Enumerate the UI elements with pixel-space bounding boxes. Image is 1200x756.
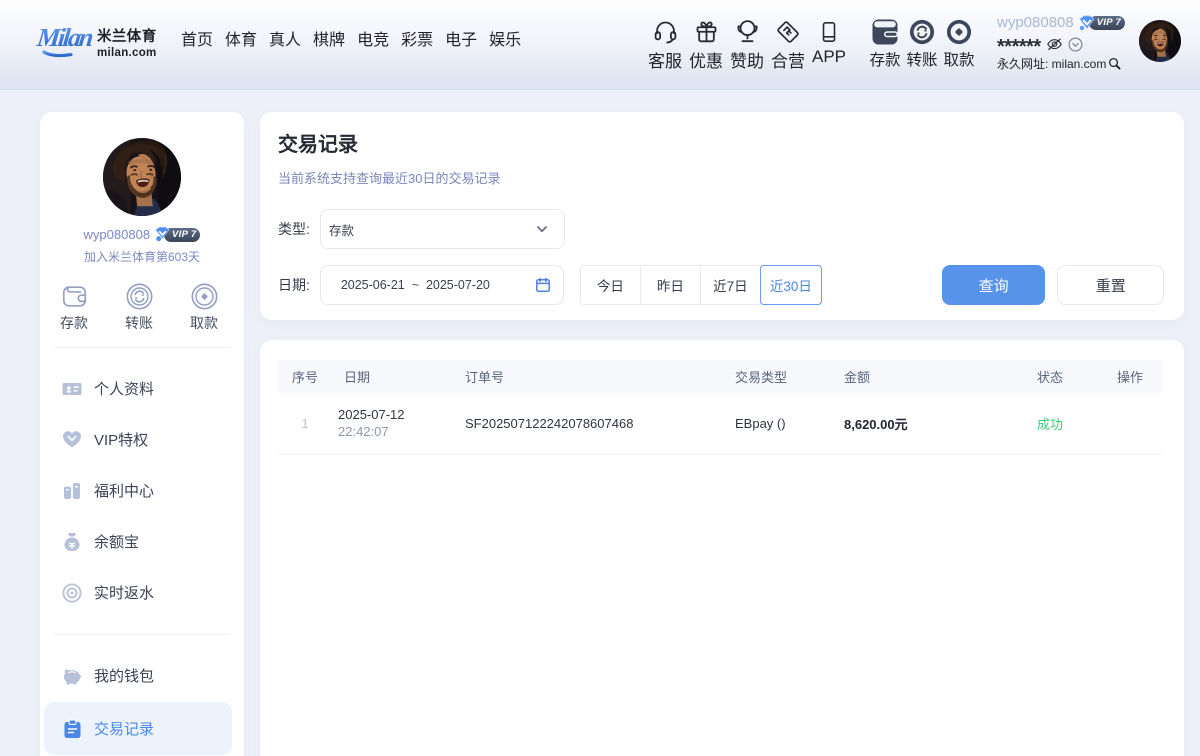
svg-text:Milan: Milan: [35, 23, 95, 52]
